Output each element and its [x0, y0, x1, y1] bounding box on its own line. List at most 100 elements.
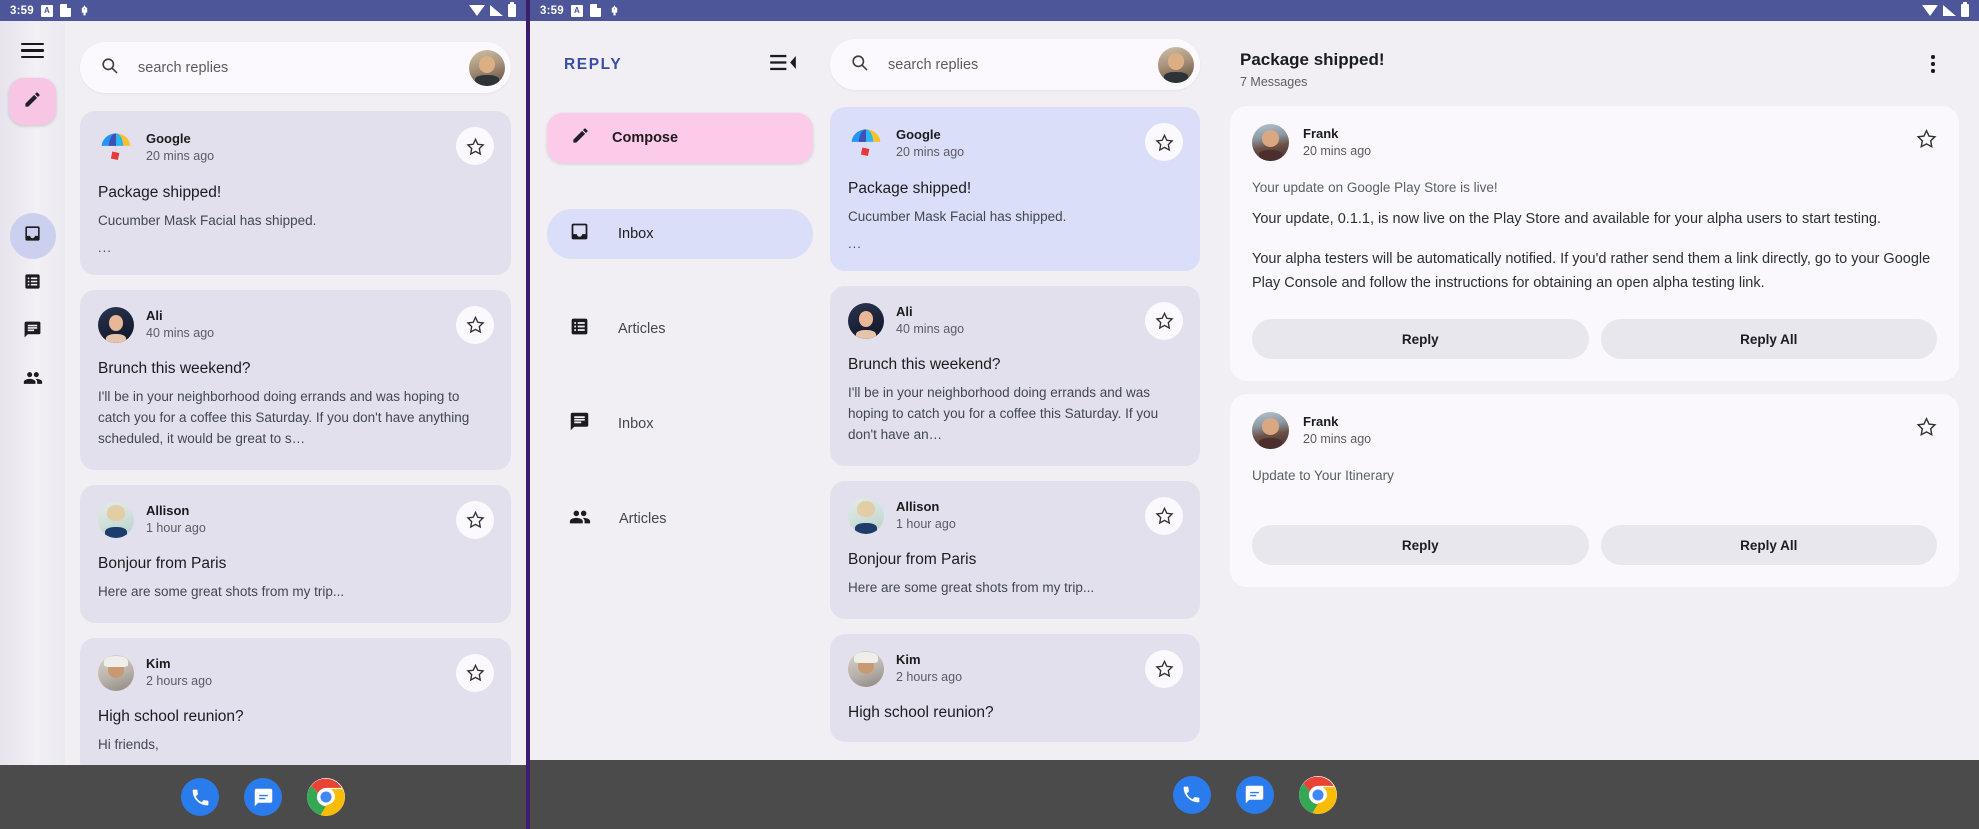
sender-name: Google	[146, 130, 214, 148]
sidebar-item-inbox[interactable]: Inbox	[547, 209, 813, 259]
star-outline-icon	[466, 315, 485, 334]
email-subject: Brunch this weekend?	[848, 356, 1182, 374]
list-item[interactable]: Frank 20 mins ago Update to Your Itinera…	[1230, 394, 1959, 587]
sidebar-item-articles[interactable]	[10, 261, 56, 307]
reply-button[interactable]: Reply	[1252, 319, 1589, 359]
detail-title-block: Package shipped! 7 Messages	[1240, 50, 1385, 89]
chat-icon	[23, 320, 42, 344]
table-row[interactable]: Kim 2 hours ago High school reunion?	[830, 634, 1200, 742]
sender-name: Google	[896, 126, 964, 144]
page-title: Package shipped!	[1240, 50, 1385, 70]
search-bar[interactable]: search replies	[830, 39, 1200, 90]
signal-icon	[1943, 5, 1956, 16]
reply-actions: Reply Reply All	[1252, 319, 1937, 359]
search-input[interactable]: search replies	[888, 57, 1158, 73]
table-row[interactable]: Ali 40 mins ago Brunch this weekend? I'l…	[830, 286, 1200, 466]
compose-fab-button[interactable]	[9, 78, 56, 125]
menu-collapse-icon[interactable]	[770, 53, 797, 77]
email-sender-block: Google 20 mins ago	[146, 130, 214, 165]
email-sender-block: Allison 1 hour ago	[896, 498, 956, 533]
star-button[interactable]	[456, 501, 494, 539]
hamburger-icon[interactable]	[21, 43, 44, 58]
article-icon	[569, 316, 590, 342]
sd-card-icon	[590, 4, 601, 17]
usb-debug-icon	[78, 4, 91, 17]
search-icon	[850, 53, 869, 77]
messages-app-icon[interactable]	[1236, 776, 1274, 814]
email-preview: Here are some great shots from my trip..…	[98, 582, 493, 603]
sidebar-item-chat[interactable]	[10, 309, 56, 355]
messages-app-icon[interactable]	[244, 778, 282, 816]
email-ellipsis: ...	[98, 240, 493, 255]
table-row[interactable]: Allison 1 hour ago Bonjour from Paris He…	[830, 481, 1200, 619]
star-button[interactable]	[1145, 497, 1183, 535]
table-row[interactable]: Google 20 mins ago Package shipped! Cucu…	[80, 111, 511, 275]
allison-avatar	[848, 498, 884, 534]
search-bar[interactable]: search replies	[80, 42, 511, 93]
star-button[interactable]	[456, 306, 494, 344]
message-count: 7 Messages	[1240, 75, 1385, 89]
tablet-email-list: Google 20 mins ago Package shipped! Cucu…	[830, 107, 1200, 742]
list-item[interactable]: Frank 20 mins ago Your update on Google …	[1230, 106, 1959, 381]
email-card-header: Google 20 mins ago	[98, 128, 493, 167]
email-subject: Package shipped!	[848, 180, 1182, 198]
pencil-icon	[571, 126, 590, 150]
sidebar-item-chat[interactable]: Inbox	[547, 399, 813, 449]
sidebar-item-people[interactable]	[10, 357, 56, 403]
frank-avatar	[1252, 412, 1289, 449]
table-row[interactable]: Allison 1 hour ago Bonjour from Paris He…	[80, 485, 511, 623]
reply-all-button[interactable]: Reply All	[1601, 319, 1938, 359]
sidebar-item-people[interactable]: Articles	[547, 494, 813, 544]
message-sender-block: Frank 20 mins ago	[1303, 413, 1371, 448]
star-button[interactable]	[1916, 128, 1937, 154]
avatar[interactable]	[1158, 47, 1194, 83]
star-button[interactable]	[1145, 302, 1183, 340]
reply-actions: Reply Reply All	[1252, 525, 1937, 565]
email-sender-block: Google 20 mins ago	[896, 126, 964, 161]
kim-avatar	[848, 651, 884, 687]
message-header: Frank 20 mins ago	[1252, 412, 1937, 449]
star-outline-icon	[466, 510, 485, 529]
reply-all-button[interactable]: Reply All	[1601, 525, 1938, 565]
sidebar-item-inbox[interactable]	[10, 213, 56, 259]
phone-app-icon[interactable]	[1173, 776, 1211, 814]
star-outline-icon	[1916, 128, 1937, 149]
sender-name: Frank	[1303, 413, 1371, 431]
star-outline-icon	[1155, 506, 1174, 525]
chrome-app-icon[interactable]	[1299, 776, 1337, 814]
star-outline-icon	[466, 137, 485, 156]
sidebar-item-articles[interactable]: Articles	[547, 304, 813, 354]
message-body: Your update, 0.1.1, is now live on the P…	[1252, 208, 1937, 295]
compose-label: Compose	[612, 130, 678, 146]
email-sender-block: Kim 2 hours ago	[896, 651, 962, 686]
phone-app-icon[interactable]	[181, 778, 219, 816]
status-time: 3:59	[540, 5, 564, 17]
wifi-icon	[1922, 5, 1938, 16]
table-row[interactable]: Kim 2 hours ago High school reunion? Hi …	[80, 638, 511, 776]
star-button[interactable]	[456, 127, 494, 165]
email-card-header: Google 20 mins ago	[848, 124, 1182, 163]
chrome-app-icon[interactable]	[307, 778, 345, 816]
search-input[interactable]: search replies	[138, 60, 469, 76]
star-button[interactable]	[1145, 123, 1183, 161]
reply-button[interactable]: Reply	[1252, 525, 1589, 565]
message-sender-block: Frank 20 mins ago	[1303, 125, 1371, 160]
email-preview: Hi friends,	[98, 735, 493, 756]
star-button[interactable]	[1145, 650, 1183, 688]
phone-main-column: search replies	[65, 21, 526, 829]
more-vertical-icon[interactable]	[1919, 50, 1947, 78]
google-parachute-avatar	[98, 128, 134, 167]
table-row[interactable]: Google 20 mins ago Package shipped! Cucu…	[830, 107, 1200, 271]
battery-icon	[508, 4, 516, 17]
star-button[interactable]	[456, 654, 494, 692]
email-card-header: Allison 1 hour ago	[848, 498, 1182, 534]
pencil-icon	[23, 90, 42, 114]
compose-button[interactable]: Compose	[547, 113, 813, 163]
star-button[interactable]	[1916, 416, 1937, 442]
table-row[interactable]: Ali 40 mins ago Brunch this weekend? I'l…	[80, 290, 511, 470]
avatar[interactable]	[469, 50, 505, 86]
email-sender-block: Ali 40 mins ago	[146, 307, 214, 342]
phone-body: search replies	[0, 21, 526, 829]
sidebar-item-label: Articles	[619, 511, 667, 527]
chat-icon	[569, 411, 590, 437]
